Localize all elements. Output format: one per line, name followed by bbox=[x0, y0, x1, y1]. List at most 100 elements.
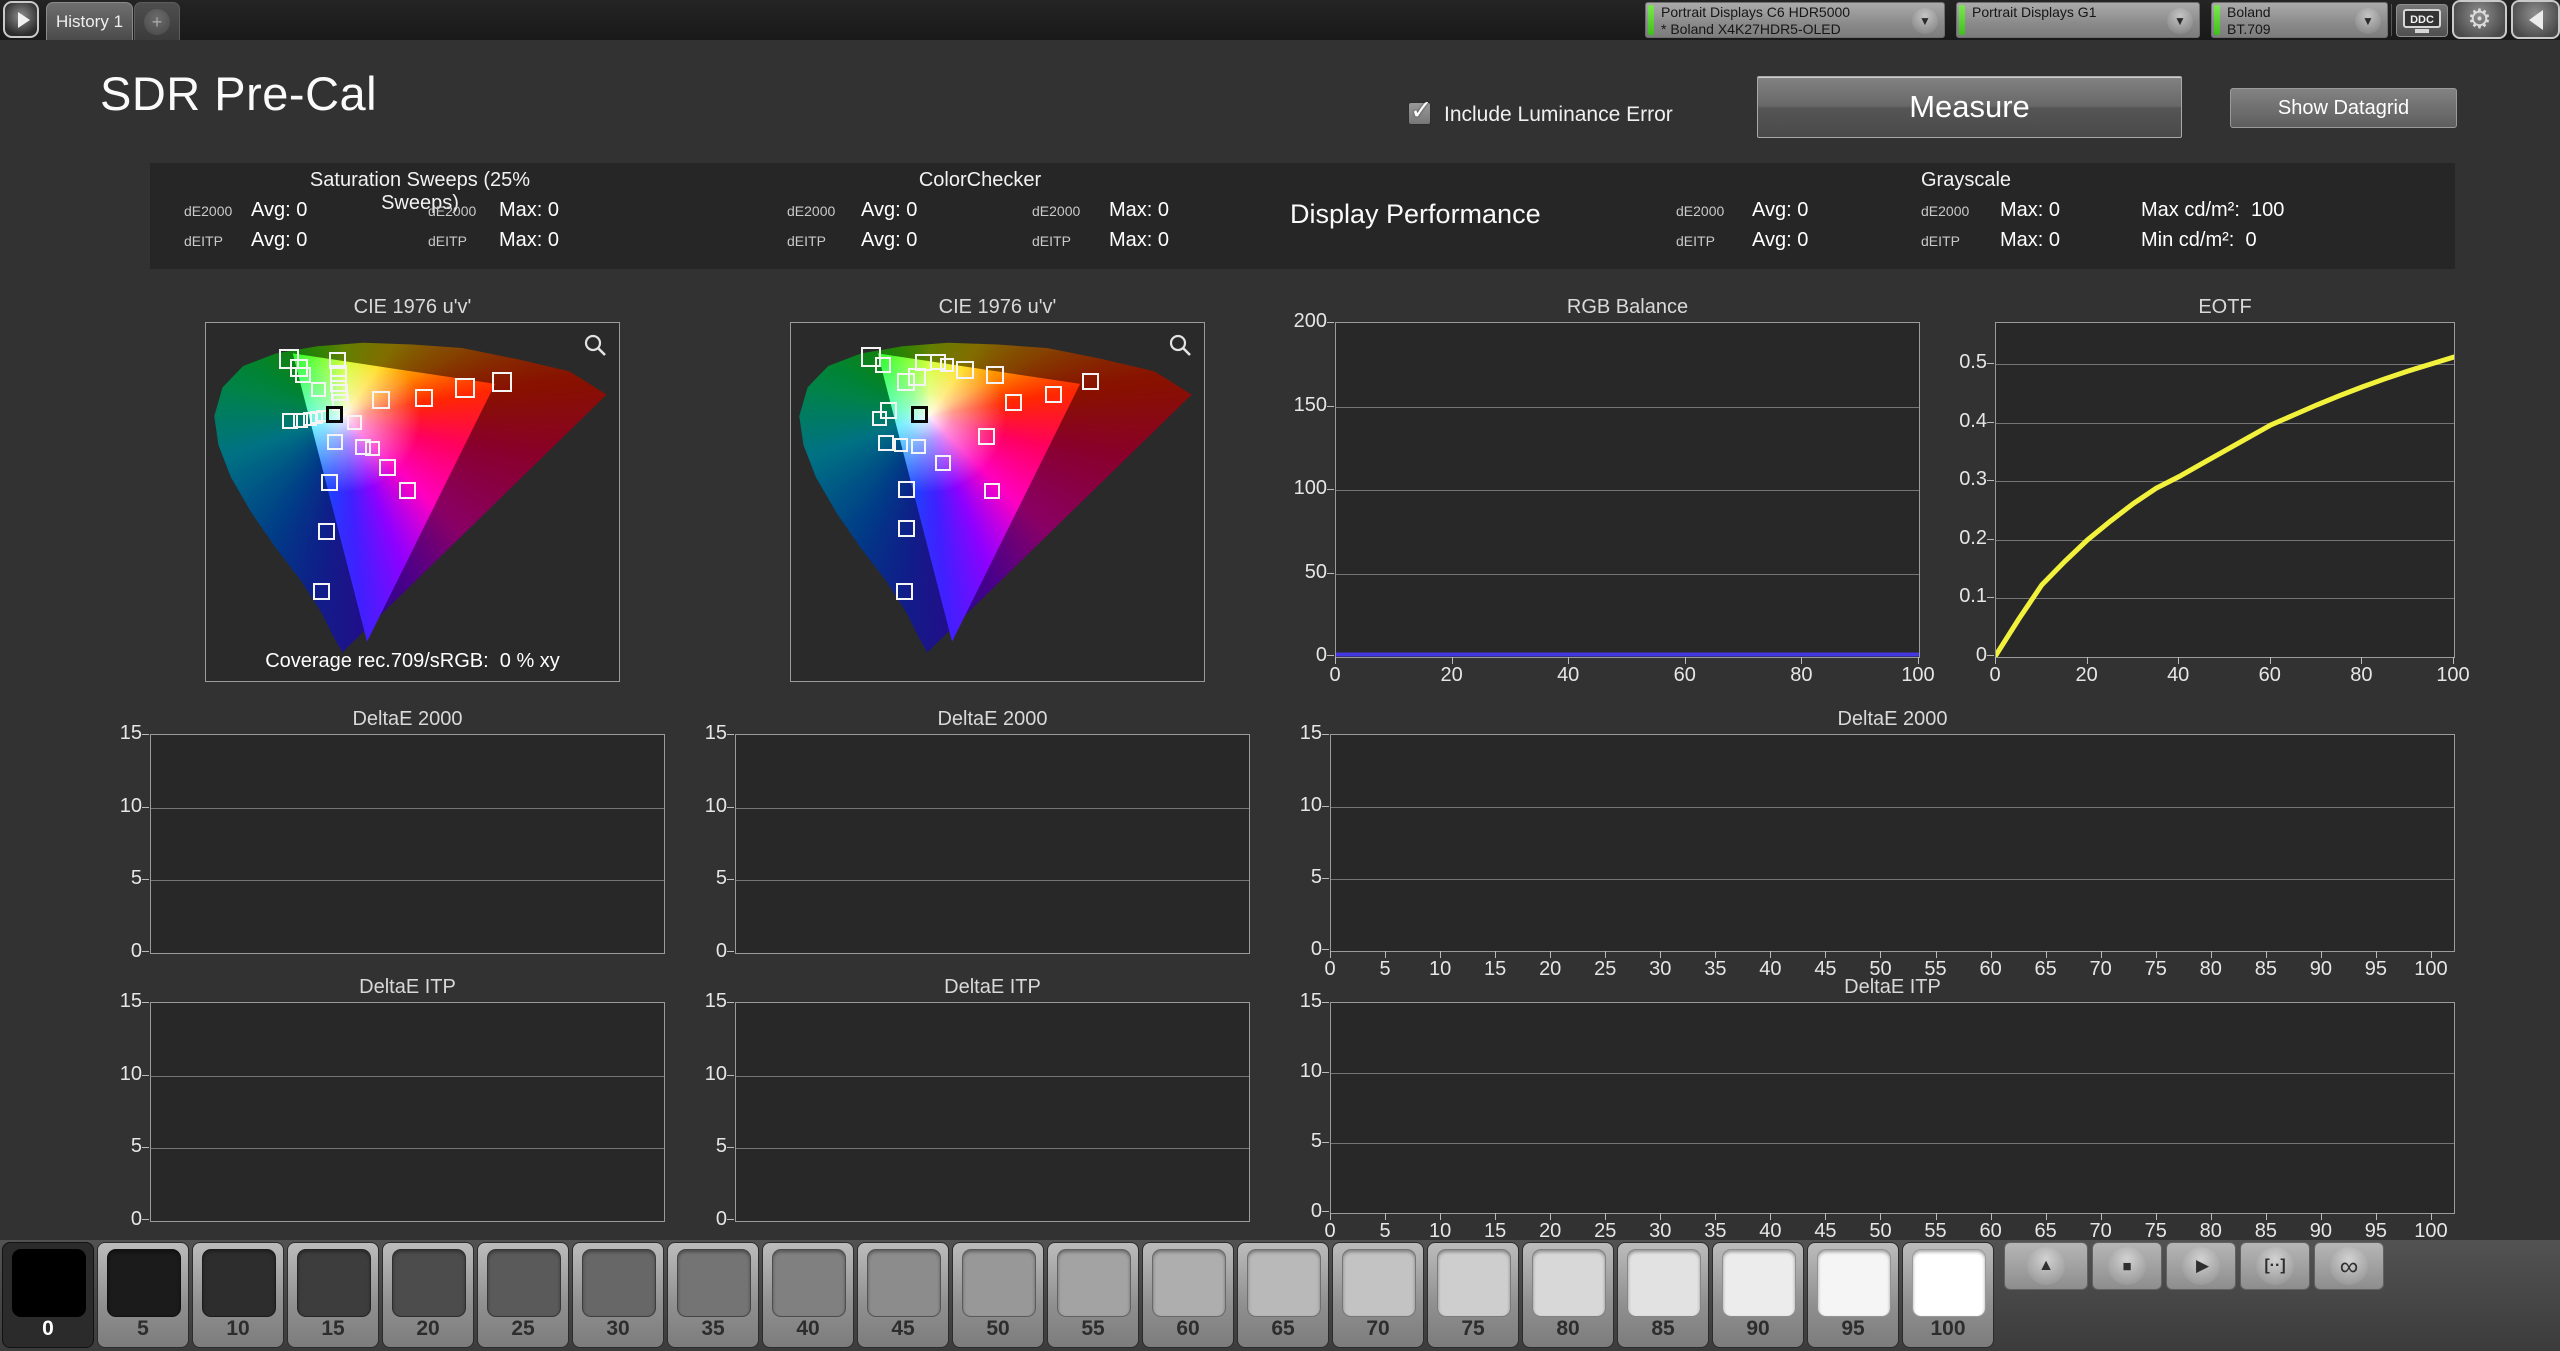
gray-patch-label: 70 bbox=[1366, 1317, 1390, 1340]
x-tick-mark bbox=[1770, 951, 1772, 958]
chart-title: CIE 1976 u'v' bbox=[938, 296, 1057, 318]
measurement-target-square bbox=[321, 473, 339, 491]
y-tick-mark bbox=[142, 1074, 149, 1076]
pattern-source-dropdown[interactable]: Portrait Displays G1 ▼ bbox=[1956, 2, 2200, 38]
ddc-button[interactable]: DDC bbox=[2396, 4, 2448, 37]
gray-patch-label: 65 bbox=[1271, 1317, 1295, 1340]
gray-swatch bbox=[487, 1249, 561, 1317]
gray-patch-10[interactable]: 10 bbox=[192, 1242, 284, 1348]
add-tab-button[interactable]: + bbox=[134, 2, 180, 40]
gray-patch-85[interactable]: 85 bbox=[1617, 1242, 1709, 1348]
show-datagrid-button[interactable]: Show Datagrid bbox=[2230, 88, 2457, 128]
gray-patch-5[interactable]: 5 bbox=[97, 1242, 189, 1348]
include-luminance-checkbox[interactable]: ✓ bbox=[1408, 95, 1433, 125]
x-tick-label: 100 bbox=[1901, 664, 1935, 686]
x-tick-mark bbox=[1825, 951, 1827, 958]
y-tick-label: 15 bbox=[1299, 990, 1322, 1012]
measurement-target-square bbox=[939, 358, 954, 373]
colorspace-dropdown[interactable]: Boland BT.709 ▼ bbox=[2211, 2, 2388, 38]
gray-patch-100[interactable]: 100 bbox=[1902, 1242, 1994, 1348]
plus-icon: + bbox=[144, 8, 170, 35]
y-tick-label: 0 bbox=[715, 940, 727, 962]
measurement-target-square bbox=[1004, 394, 1022, 412]
gray-patch-40[interactable]: 40 bbox=[762, 1242, 854, 1348]
y-tick-mark bbox=[142, 879, 149, 881]
x-tick-mark bbox=[1440, 951, 1442, 958]
gray-swatch bbox=[1152, 1249, 1226, 1317]
x-tick-mark bbox=[1935, 951, 1937, 958]
chart-title: DeltaE ITP bbox=[944, 976, 1041, 998]
gray-swatch bbox=[582, 1249, 656, 1317]
measurement-target-square bbox=[955, 361, 974, 380]
y-tick-mark bbox=[727, 806, 734, 808]
x-tick-mark bbox=[1935, 1213, 1937, 1220]
rgb-level bbox=[1336, 652, 1919, 657]
settings-button[interactable]: ⚙ bbox=[2452, 0, 2507, 39]
gray-patch-50[interactable]: 50 bbox=[952, 1242, 1044, 1348]
gray-patch-95[interactable]: 95 bbox=[1807, 1242, 1899, 1348]
y-tick-label: 15 bbox=[704, 990, 727, 1012]
gray-patch-80[interactable]: 80 bbox=[1522, 1242, 1614, 1348]
gray-patch-25[interactable]: 25 bbox=[477, 1242, 569, 1348]
chart-title: DeltaE 2000 bbox=[937, 708, 1048, 730]
chevron-down-icon[interactable]: ▼ bbox=[1912, 8, 1938, 34]
gray-patch-70[interactable]: 70 bbox=[1332, 1242, 1424, 1348]
cie-chart-saturation: CIE 1976 u'v' Coverage rec.709/sRGB: 0 %… bbox=[205, 296, 620, 686]
ddc-monitor-icon: DDC bbox=[2403, 8, 2441, 28]
y-tick-mark bbox=[727, 1147, 734, 1149]
gray-patch-60[interactable]: 60 bbox=[1142, 1242, 1234, 1348]
min-luminance: Min cd/m²: 0 bbox=[2141, 229, 2257, 251]
y-tick-label: 0.1 bbox=[1959, 585, 1987, 608]
gray-patch-30[interactable]: 30 bbox=[572, 1242, 664, 1348]
measurement-target-square bbox=[894, 438, 909, 453]
gridline bbox=[151, 880, 664, 882]
y-tick-mark bbox=[1987, 480, 1994, 482]
gray-patch-15[interactable]: 15 bbox=[287, 1242, 379, 1348]
gray-swatch bbox=[1722, 1249, 1796, 1317]
step-mode-button[interactable]: [··] bbox=[2240, 1242, 2310, 1290]
y-tick-label: 0.2 bbox=[1959, 526, 1987, 549]
gray-patch-90[interactable]: 90 bbox=[1712, 1242, 1804, 1348]
gray-patch-20[interactable]: 20 bbox=[382, 1242, 474, 1348]
x-tick-mark bbox=[1550, 1213, 1552, 1220]
x-tick-mark bbox=[2269, 657, 2271, 664]
collapse-panel-button[interactable] bbox=[2511, 0, 2560, 39]
saturation-sweeps-section: Saturation Sweeps (25% Sweeps) dE2000 Av… bbox=[170, 163, 730, 269]
x-tick-mark bbox=[2100, 951, 2102, 958]
gray-patch-35[interactable]: 35 bbox=[667, 1242, 759, 1348]
chevron-down-icon[interactable]: ▼ bbox=[2167, 8, 2193, 34]
x-tick-mark bbox=[1684, 657, 1686, 664]
x-tick-mark bbox=[1715, 951, 1717, 958]
gray-patch-75[interactable]: 75 bbox=[1427, 1242, 1519, 1348]
tab-history-1[interactable]: History 1 bbox=[46, 2, 133, 40]
gray-patch-65[interactable]: 65 bbox=[1237, 1242, 1329, 1348]
gray-patch-label: 15 bbox=[321, 1317, 345, 1340]
app-menu-button[interactable] bbox=[3, 1, 39, 38]
meter-sub: * Boland X4K27HDR5-OLED bbox=[1661, 21, 1841, 37]
zoom-icon[interactable] bbox=[1168, 333, 1192, 357]
patch-level-up-button[interactable]: ▲ bbox=[2004, 1242, 2088, 1290]
x-tick-mark bbox=[1990, 951, 1992, 958]
measure-button[interactable]: Measure bbox=[1757, 76, 2182, 138]
chevron-down-icon[interactable]: ▼ bbox=[2355, 8, 2381, 34]
eotf-curve bbox=[1996, 354, 2454, 657]
x-tick-mark bbox=[1801, 657, 1803, 664]
chart-title: DeltaE ITP bbox=[1844, 976, 1941, 998]
x-tick-mark bbox=[1770, 1213, 1772, 1220]
x-tick-mark bbox=[2155, 1213, 2157, 1220]
gray-patch-55[interactable]: 55 bbox=[1047, 1242, 1139, 1348]
play-button[interactable]: ▶ bbox=[2166, 1242, 2236, 1290]
gray-patch-45[interactable]: 45 bbox=[857, 1242, 949, 1348]
x-tick-label: 0 bbox=[1329, 664, 1341, 686]
x-tick-mark bbox=[2265, 1213, 2267, 1220]
max-luminance: Max cd/m²: 100 bbox=[2141, 199, 2285, 221]
gray-patch-0[interactable]: 0 bbox=[2, 1242, 94, 1348]
zoom-icon[interactable] bbox=[583, 333, 607, 357]
y-tick-mark bbox=[727, 734, 734, 735]
stop-button[interactable]: ■ bbox=[2092, 1242, 2162, 1290]
value: 0 bbox=[2048, 229, 2061, 251]
loop-button[interactable]: ∞ bbox=[2314, 1242, 2384, 1290]
y-tick-mark bbox=[1987, 538, 1994, 540]
gray-patch-label: 5 bbox=[137, 1317, 149, 1340]
meter-dropdown[interactable]: Portrait Displays C6 HDR5000 * Boland X4… bbox=[1645, 2, 1945, 38]
